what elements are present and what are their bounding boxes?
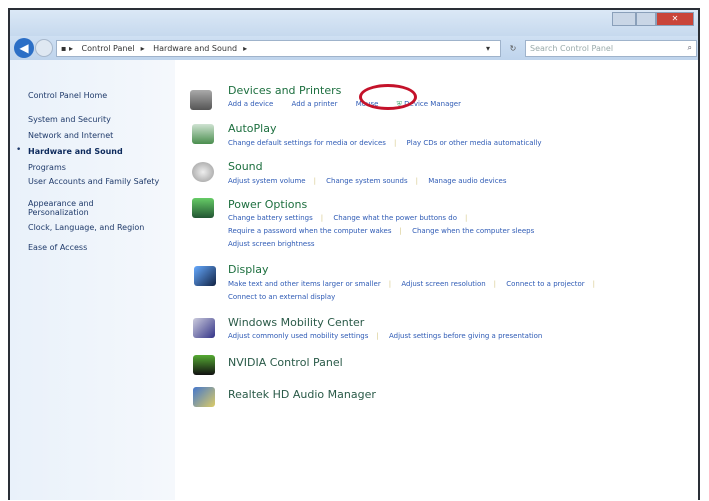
forward-button[interactable] bbox=[35, 39, 53, 57]
speaker-icon bbox=[192, 162, 214, 182]
navigation-bar: ◀ ▪ ▸ Control Panel ▸ Hardware and Sound ▸… bbox=[10, 36, 698, 60]
mouse-highlight-circle bbox=[359, 84, 417, 110]
battery-settings-link[interactable]: Change battery settings bbox=[228, 214, 313, 222]
printer-icon bbox=[190, 90, 212, 110]
sidebar-item-hardware-sound[interactable]: Hardware and Sound bbox=[28, 147, 123, 156]
devices-links: Add a device Add a printer Mouse ⛨ Devic… bbox=[228, 100, 461, 109]
adjust-volume-link[interactable]: Adjust system volume bbox=[228, 177, 306, 185]
presentation-settings-link[interactable]: Adjust settings before giving a presenta… bbox=[389, 332, 542, 340]
minimize-button[interactable] bbox=[612, 12, 636, 26]
change-default-settings-link[interactable]: Change default settings for media or dev… bbox=[228, 139, 386, 147]
projector-link[interactable]: Connect to a projector bbox=[506, 280, 584, 288]
sidebar-item-appearance[interactable]: Appearance and Personalization bbox=[28, 199, 118, 217]
sidebar-item-network[interactable]: Network and Internet bbox=[28, 131, 113, 140]
current-bullet: • bbox=[16, 145, 22, 155]
sound-heading[interactable]: Sound bbox=[228, 160, 263, 173]
mobility-center-icon bbox=[193, 318, 215, 338]
sidebar-item-system-security[interactable]: System and Security bbox=[28, 115, 111, 124]
close-button[interactable]: ✕ bbox=[656, 12, 694, 26]
mobility-center-heading[interactable]: Windows Mobility Center bbox=[228, 316, 364, 329]
autoplay-links: Change default settings for media or dev… bbox=[228, 139, 542, 147]
play-cds-link[interactable]: Play CDs or other media automatically bbox=[407, 139, 542, 147]
text-size-link[interactable]: Make text and other items larger or smal… bbox=[228, 280, 381, 288]
address-bar[interactable]: ▪ ▸ Control Panel ▸ Hardware and Sound ▸ ▾ bbox=[56, 40, 501, 57]
require-password-link[interactable]: Require a password when the computer wak… bbox=[228, 227, 392, 235]
dropdown-icon[interactable]: ▾ bbox=[486, 44, 490, 53]
change-sounds-link[interactable]: Change system sounds bbox=[326, 177, 407, 185]
control-panel-window: ✕ ◀ ▪ ▸ Control Panel ▸ Hardware and Soun… bbox=[8, 8, 700, 500]
mobility-settings-link[interactable]: Adjust commonly used mobility settings bbox=[228, 332, 368, 340]
autoplay-icon bbox=[192, 124, 214, 144]
screen-brightness-link[interactable]: Adjust screen brightness bbox=[228, 240, 315, 248]
nvidia-heading[interactable]: NVIDIA Control Panel bbox=[228, 356, 343, 369]
mobility-links: Adjust commonly used mobility settings | … bbox=[228, 332, 543, 340]
search-input[interactable]: Search Control Panel ⌕ bbox=[525, 40, 697, 57]
add-device-link[interactable]: Add a device bbox=[228, 100, 273, 108]
power-options-icon bbox=[192, 198, 214, 218]
sidebar-item-home[interactable]: Control Panel Home bbox=[28, 91, 107, 100]
realtek-icon bbox=[193, 387, 215, 407]
sidebar-item-clock[interactable]: Clock, Language, and Region bbox=[28, 223, 144, 232]
computer-sleeps-link[interactable]: Change when the computer sleeps bbox=[412, 227, 534, 235]
power-options-heading[interactable]: Power Options bbox=[228, 198, 307, 211]
search-icon: ⌕ bbox=[687, 43, 692, 52]
breadcrumb-hardware-and-sound[interactable]: Hardware and Sound bbox=[153, 44, 237, 53]
power-links-2: Require a password when the computer wak… bbox=[228, 227, 535, 235]
power-buttons-link[interactable]: Change what the power buttons do bbox=[333, 214, 457, 222]
display-heading[interactable]: Display bbox=[228, 263, 269, 276]
autoplay-heading[interactable]: AutoPlay bbox=[228, 122, 276, 135]
folder-icon: ▪ ▸ bbox=[61, 44, 73, 53]
realtek-heading[interactable]: Realtek HD Audio Manager bbox=[228, 388, 376, 401]
sidebar-item-ease-of-access[interactable]: Ease of Access bbox=[28, 243, 87, 252]
external-display-link[interactable]: Connect to an external display bbox=[228, 293, 335, 301]
sound-links: Adjust system volume | Change system soun… bbox=[228, 177, 507, 185]
manage-audio-link[interactable]: Manage audio devices bbox=[428, 177, 506, 185]
sidebar: Control Panel Home System and Security N… bbox=[10, 60, 175, 500]
maximize-button[interactable] bbox=[636, 12, 656, 26]
nvidia-icon bbox=[193, 355, 215, 375]
refresh-button[interactable]: ↻ bbox=[504, 40, 522, 57]
screen-resolution-link[interactable]: Adjust screen resolution bbox=[401, 280, 485, 288]
display-icon bbox=[194, 266, 216, 286]
breadcrumb-control-panel[interactable]: Control Panel bbox=[82, 44, 135, 53]
sidebar-item-user-accounts[interactable]: User Accounts and Family Safety bbox=[28, 177, 163, 186]
power-links-1: Change battery settings | Change what the… bbox=[228, 214, 468, 222]
add-printer-link[interactable]: Add a printer bbox=[292, 100, 338, 108]
back-button[interactable]: ◀ bbox=[14, 38, 34, 58]
devices-printers-heading[interactable]: Devices and Printers bbox=[228, 84, 341, 97]
sidebar-item-programs[interactable]: Programs bbox=[28, 163, 66, 172]
search-placeholder: Search Control Panel bbox=[530, 44, 614, 53]
title-bar: ✕ bbox=[10, 10, 698, 36]
display-links: Make text and other items larger or smal… bbox=[228, 280, 596, 288]
